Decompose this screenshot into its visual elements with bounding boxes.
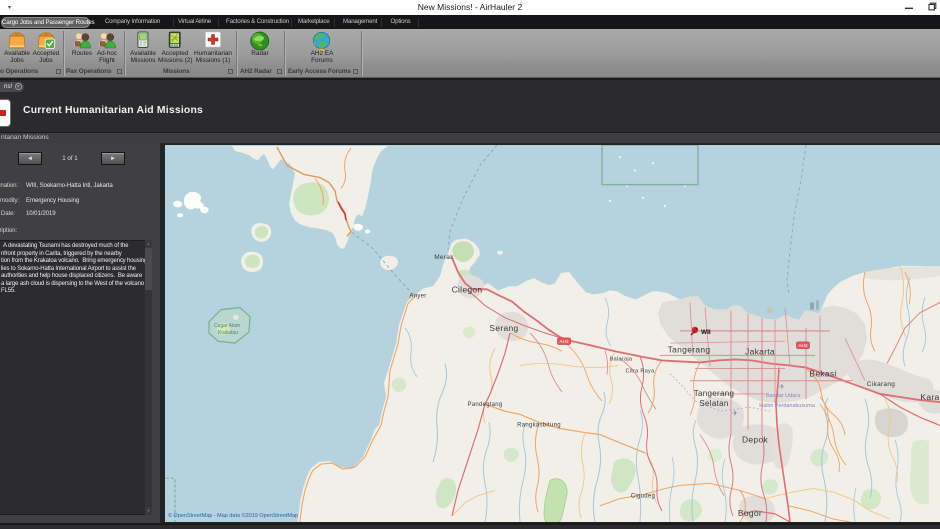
svg-text:AH2: AH2 <box>559 339 569 345</box>
svg-text:Bandar Udara: Bandar Udara <box>766 393 801 399</box>
svg-text:Anyer: Anyer <box>409 293 426 299</box>
svg-text:Cilegon: Cilegon <box>452 284 483 294</box>
svg-text:Merak: Merak <box>434 254 454 261</box>
svg-text:Bogor: Bogor <box>738 508 762 518</box>
svg-text:Cikarang: Cikarang <box>867 381 895 388</box>
svg-text:Tangerang: Tangerang <box>694 389 734 398</box>
svg-text:Balaraja: Balaraja <box>610 356 633 362</box>
svg-text:Krakatau: Krakatau <box>218 330 238 336</box>
svg-text:Halim Perdanakusuma: Halim Perdanakusuma <box>759 403 815 409</box>
svg-text:Depok: Depok <box>742 435 768 445</box>
svg-text:✈: ✈ <box>779 384 785 391</box>
svg-text:Pandeglang: Pandeglang <box>468 402 503 408</box>
svg-text:✈: ✈ <box>732 410 738 417</box>
svg-text:Serang: Serang <box>489 323 518 333</box>
svg-text:WII: WII <box>701 329 711 336</box>
svg-text:Cigudeg: Cigudeg <box>631 494 655 500</box>
svg-text:© OpenStreetMap - Map data ©20: © OpenStreetMap - Map data ©2019 OpenStr… <box>168 512 298 519</box>
svg-text:Citra Raya: Citra Raya <box>626 369 656 375</box>
svg-text:Tangerang: Tangerang <box>668 344 711 354</box>
svg-text:Rangkasbitung: Rangkasbitung <box>517 422 561 428</box>
svg-text:Selatan: Selatan <box>699 399 728 408</box>
svg-text:Cagar Alam: Cagar Alam <box>214 323 240 329</box>
svg-text:Kara: Kara <box>920 392 939 402</box>
svg-text:Bekasi: Bekasi <box>809 369 836 379</box>
svg-text:Jakarta: Jakarta <box>745 346 775 356</box>
svg-text:AH2: AH2 <box>798 343 808 349</box>
